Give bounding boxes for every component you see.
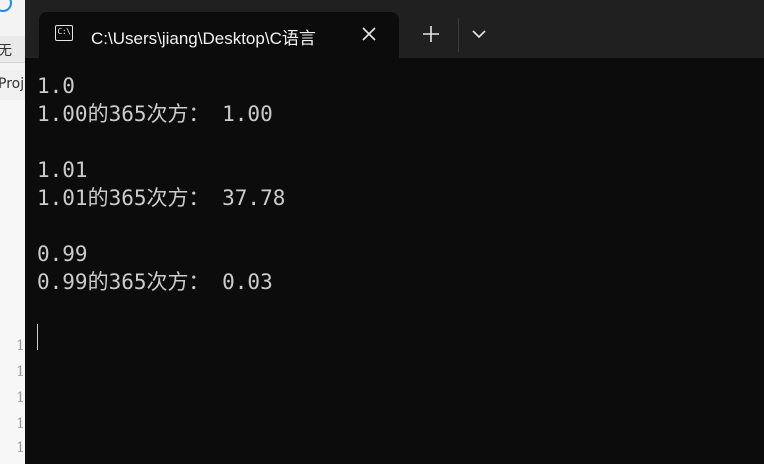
line-number: 1: [16, 390, 25, 406]
output-line: 0.99: [37, 242, 88, 266]
background-text-fragment: 无: [0, 43, 12, 59]
output-line: 0.99的365次方： 0.03: [37, 270, 273, 294]
line-number: 1: [16, 338, 25, 354]
output-line: 1.0: [37, 74, 75, 98]
tabbar-divider: [458, 18, 459, 52]
chevron-down-icon[interactable]: [467, 22, 491, 46]
app-logo-icon: [0, 0, 12, 12]
output-line: 1.01: [37, 158, 88, 182]
terminal-icon: C:\: [55, 25, 73, 41]
line-number: 1: [16, 440, 25, 456]
terminal-tab[interactable]: C:\ C:\Users\jiang\Desktop\C语言: [39, 12, 399, 58]
text-cursor: [37, 324, 38, 350]
line-number: 1: [16, 416, 25, 432]
close-icon[interactable]: [357, 22, 381, 46]
terminal-window[interactable]: C:\ C:\Users\jiang\Desktop\C语言 1.0 1.00的…: [25, 0, 764, 464]
plus-icon[interactable]: [419, 22, 443, 46]
line-number: 1: [16, 364, 25, 380]
background-text-fragment: Proj: [0, 76, 25, 92]
tab-title: C:\Users\jiang\Desktop\C语言: [91, 29, 316, 48]
output-line: 1.01的365次方： 37.78: [37, 186, 286, 210]
output-line: 1.00的365次方： 1.00: [37, 102, 273, 126]
terminal-output: 1.0 1.00的365次方： 1.00 1.01 1.01的365次方： 37…: [37, 72, 285, 296]
tab-bar: C:\ C:\Users\jiang\Desktop\C语言: [25, 0, 764, 58]
